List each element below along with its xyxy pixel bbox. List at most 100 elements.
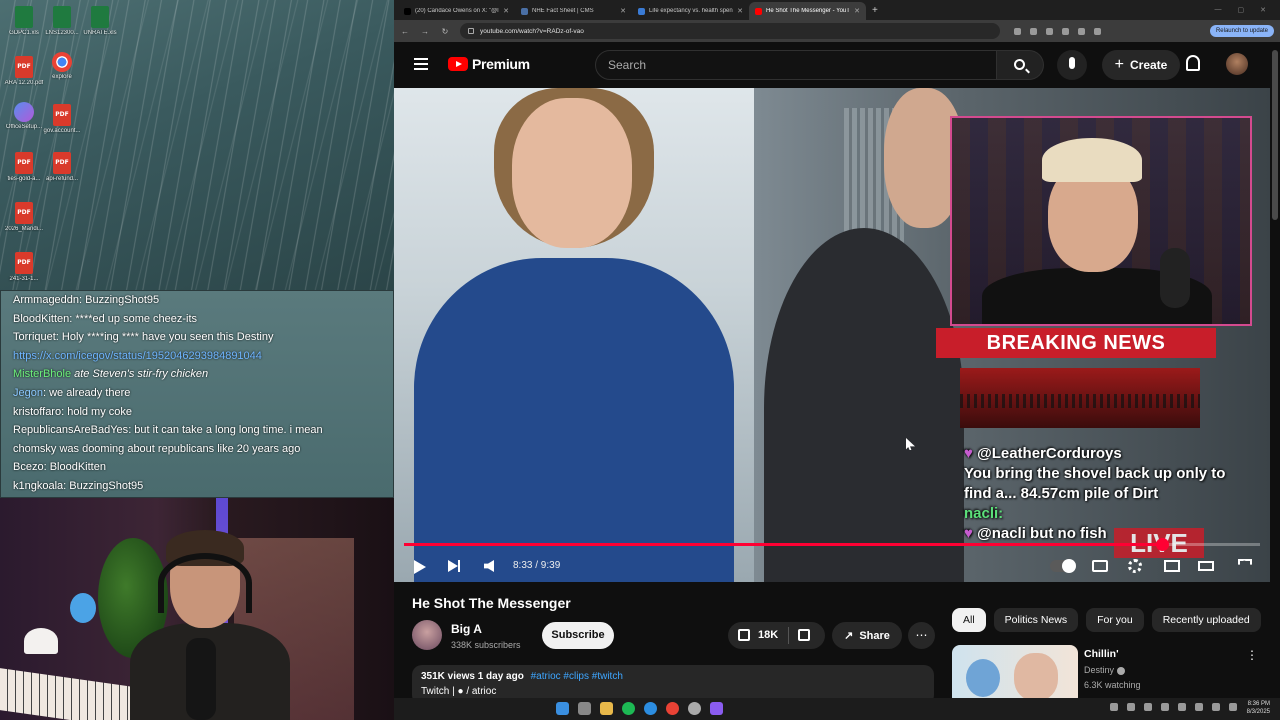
fullscreen-icon[interactable] [1238, 559, 1252, 565]
share-button[interactable]: ↗ Share [832, 622, 902, 649]
volume-icon[interactable] [484, 560, 494, 572]
notifications-icon[interactable] [1186, 55, 1200, 71]
tray-icon[interactable] [1195, 703, 1203, 711]
recommended-title[interactable]: Chillin' [1084, 648, 1119, 660]
desktop-file-icon[interactable]: PDF 241-31-1... [4, 252, 44, 282]
recommended-more-icon[interactable]: ⋮ [1246, 648, 1258, 662]
tab-close-icon[interactable]: ✕ [854, 7, 860, 15]
progress-bar[interactable] [404, 538, 1260, 551]
forward-icon[interactable]: → [420, 27, 430, 36]
dislike-icon[interactable] [798, 629, 810, 641]
profile-icon[interactable] [1094, 27, 1101, 35]
avatar[interactable] [1226, 53, 1248, 75]
recommended-video[interactable]: Chillin' Destiny 6.3K watching ⋮ [952, 645, 1262, 705]
tray-icon[interactable] [1229, 703, 1237, 711]
tray-icon[interactable] [1144, 703, 1152, 711]
search-input[interactable]: Search [595, 50, 997, 80]
desktop-file-icon[interactable]: PDF ARA 12.20.pdf [4, 56, 44, 86]
extension-icon[interactable] [1046, 27, 1053, 35]
chat-username[interactable]: Jegon [13, 387, 43, 399]
autoplay-toggle[interactable] [1050, 559, 1076, 573]
filter-chip[interactable]: Recently uploaded [1151, 608, 1261, 632]
extension-icon[interactable] [1014, 27, 1021, 35]
browser-tab[interactable]: (20) Candace Owens on X: "@l ✕ [398, 2, 515, 20]
maximize-icon[interactable]: ▢ [1238, 6, 1245, 14]
desktop-file-icon[interactable]: PDF 2026_Mandi... [4, 202, 44, 232]
desktop-file-icon[interactable]: PDF ties-gold-a... [4, 152, 44, 182]
tray-icon[interactable] [1178, 703, 1186, 711]
chat-username[interactable]: Bcezo [13, 461, 44, 473]
channel-avatar[interactable] [412, 620, 442, 650]
play-icon[interactable] [414, 560, 426, 574]
close-icon[interactable]: ✕ [1260, 6, 1266, 14]
app-icon[interactable] [710, 702, 723, 715]
clock[interactable]: 8:36 PM 8/3/2025 [1247, 700, 1270, 716]
chat-username[interactable]: MisterBhole [13, 368, 71, 380]
hashtags[interactable]: #atrioc #clips #twitch [531, 671, 623, 682]
site-info-icon[interactable] [468, 28, 474, 34]
next-icon[interactable] [448, 560, 460, 572]
like-count[interactable]: 18K [758, 629, 778, 641]
browser-tab[interactable]: Life expectancy vs. health spen ✕ [632, 2, 749, 20]
chat-username[interactable]: Torriquet [13, 331, 56, 343]
extension-icon[interactable] [1062, 27, 1069, 35]
captions-icon[interactable] [1092, 560, 1108, 572]
video-player[interactable]: BREAKING NEWS ♥ @LeatherCorduroys You bri… [394, 88, 1270, 582]
miniplayer-icon[interactable] [1164, 560, 1180, 572]
filter-chip[interactable]: Politics News [993, 608, 1079, 632]
chat-username[interactable]: Armmageddn [13, 294, 79, 306]
scrollbar[interactable] [1272, 50, 1278, 220]
address-bar[interactable]: youtube.com/watch?v=RADz-of-vao [460, 23, 1000, 39]
extension-icon[interactable] [1078, 27, 1085, 35]
settings-icon[interactable] [1128, 559, 1142, 573]
browser-tab[interactable]: He Shot The Messenger - YouT ✕ [749, 2, 866, 20]
chat-username[interactable]: kristoffaro [13, 406, 61, 418]
new-tab-button[interactable]: + [872, 5, 878, 16]
desktop-file-icon[interactable]: OfficeSetup... [4, 102, 44, 130]
desktop-file-icon[interactable]: PDF gov.account... [42, 104, 82, 134]
desktop-file-icon[interactable]: explore [42, 52, 82, 80]
chat-username[interactable]: RepublicansAreBadYes [13, 424, 128, 436]
minimize-icon[interactable]: — [1215, 6, 1222, 14]
desktop-file-icon[interactable]: UNRATE.xls [80, 6, 120, 36]
tab-close-icon[interactable]: ✕ [503, 7, 509, 15]
filter-chip[interactable]: For you [1086, 608, 1144, 632]
create-button[interactable]: + Create [1102, 50, 1180, 80]
voice-search-button[interactable] [1057, 50, 1087, 80]
spotify-icon[interactable] [622, 702, 635, 715]
recommended-channel[interactable]: Destiny [1084, 665, 1126, 675]
desktop-file-icon[interactable]: GDPC1.xls [4, 6, 44, 36]
relaunch-button[interactable]: Relaunch to update [1209, 25, 1274, 37]
filter-chip[interactable]: All [952, 608, 986, 632]
tray-icon[interactable] [1161, 703, 1169, 711]
file-explorer-icon[interactable] [600, 702, 613, 715]
reload-icon[interactable]: ↻ [440, 27, 450, 36]
more-actions-button[interactable]: ⋯ [908, 622, 935, 649]
obs-icon[interactable] [688, 702, 701, 715]
start-icon[interactable] [556, 702, 569, 715]
desktop-file-icon[interactable]: PDF api-refund... [42, 152, 82, 182]
browser-tab[interactable]: NHE Fact Sheet | CMS ✕ [515, 2, 632, 20]
chrome-icon[interactable] [666, 702, 679, 715]
like-icon[interactable] [738, 629, 750, 641]
subscribe-button[interactable]: Subscribe [542, 622, 614, 649]
back-icon[interactable]: ← [400, 27, 410, 36]
chat-username[interactable]: BloodKitten [13, 313, 69, 325]
tab-close-icon[interactable]: ✕ [620, 7, 626, 15]
recommended-thumbnail[interactable] [952, 645, 1078, 705]
theater-mode-icon[interactable] [1198, 561, 1214, 571]
tray-icon[interactable] [1110, 703, 1118, 711]
search-button[interactable] [997, 50, 1044, 80]
task-view-icon[interactable] [578, 702, 591, 715]
channel-name[interactable]: Big A [451, 622, 482, 636]
tab-close-icon[interactable]: ✕ [737, 7, 743, 15]
youtube-logo[interactable]: Premium [448, 56, 530, 72]
desktop-file-icon[interactable]: LNS12300... [42, 6, 82, 36]
chat-username[interactable]: k1ngkoala [13, 480, 63, 492]
extension-icon[interactable] [1030, 27, 1037, 35]
edge-icon[interactable] [644, 702, 657, 715]
menu-icon[interactable] [414, 58, 428, 70]
tray-icon[interactable] [1212, 703, 1220, 711]
tray-icon[interactable] [1127, 703, 1135, 711]
chat-link[interactable]: https://x.com/icegov/status/195204629398… [13, 350, 262, 362]
